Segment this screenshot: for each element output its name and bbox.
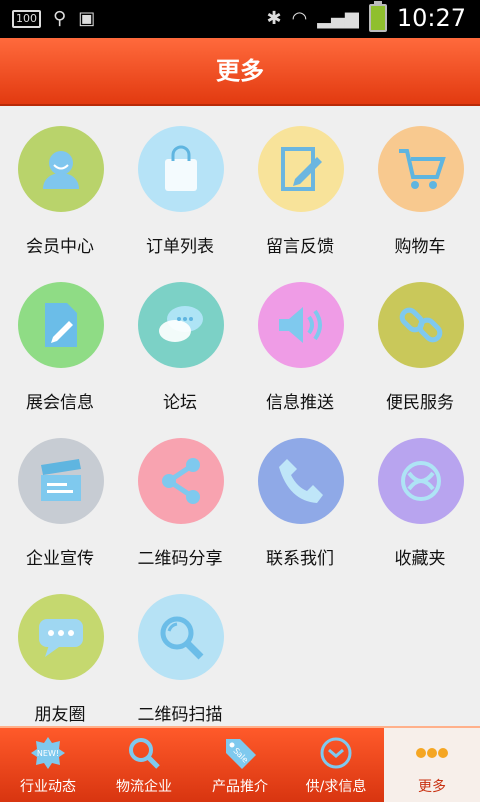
edit-icon (281, 147, 322, 191)
grid-item-services[interactable]: 便民服务 (360, 260, 480, 416)
grid-item-icon-bg (138, 594, 224, 680)
grid-item-push[interactable]: 信息推送 (240, 260, 360, 416)
status-left: 100 ⚲ ▣ (12, 8, 95, 29)
share-icon (162, 458, 200, 504)
tab-label: 供/求信息 (305, 779, 367, 795)
grid-item-icon-bg (18, 282, 104, 368)
clock-icon (316, 734, 356, 772)
grid-item-label: 会员中心 (26, 237, 94, 257)
grid-item-icon-bg (258, 282, 344, 368)
grid-item-forum[interactable]: 论坛 (120, 260, 240, 416)
grid-item-label: 订单列表 (146, 237, 214, 257)
bottom-tab-bar: NEW! 行业动态 物流企业 Sale 产品推介 供/求信息 更多 (0, 726, 480, 802)
tab-products[interactable]: Sale 产品推介 (192, 728, 288, 802)
grid-item-icon-bg (138, 438, 224, 524)
grid-item-label: 联系我们 (266, 549, 334, 569)
new-badge-icon: NEW! (28, 734, 68, 772)
grid-item-icon-bg (18, 438, 104, 524)
bluetooth-icon: ✱ (266, 7, 282, 29)
grid-item-icon-bg (378, 282, 464, 368)
tab-industry-news[interactable]: NEW! 行业动态 (0, 728, 96, 802)
new-badge-text: NEW! (37, 749, 59, 758)
message-icon (39, 619, 83, 657)
grid-item-qr-share[interactable]: 二维码分享 (120, 416, 240, 572)
ribbon-icon (401, 461, 441, 501)
link-icon (399, 307, 443, 343)
grid-item-feedback[interactable]: 留言反馈 (240, 104, 360, 260)
grid-item-label: 二维码分享 (137, 549, 223, 569)
status-time: 10:27 (396, 4, 466, 32)
grid-item-icon-bg (258, 438, 344, 524)
grid-item-icon-bg (18, 594, 104, 680)
grid-item-label: 购物车 (394, 237, 446, 257)
grid-item-label: 二维码扫描 (137, 705, 223, 725)
tab-logistics[interactable]: 物流企业 (96, 728, 192, 802)
battery-icon (368, 1, 387, 32)
tab-supply-demand[interactable]: 供/求信息 (288, 728, 384, 802)
grid-item-icon-bg (378, 126, 464, 212)
battery-percent-badge: 100 (12, 9, 41, 28)
cart-icon (399, 149, 446, 189)
grid-item-label: 论坛 (163, 393, 197, 413)
shopping-bag-icon (165, 145, 197, 191)
grid-item-label: 收藏夹 (394, 549, 446, 569)
tab-label: 产品推介 (212, 779, 268, 795)
grid-item-moments[interactable]: 朋友圈 (0, 572, 120, 728)
tab-label: 物流企业 (116, 779, 172, 795)
grid-item-cart[interactable]: 购物车 (360, 104, 480, 260)
status-right: ✱ ◠ ▂▄▆ 10:27 (266, 1, 466, 32)
grid-item-qr-scan[interactable]: 二维码扫描 (120, 572, 240, 728)
tab-more[interactable]: 更多 (384, 728, 480, 802)
usb-icon: ⚲ (53, 8, 67, 29)
sale-tag-icon: Sale (220, 734, 260, 772)
tab-label: 更多 (418, 779, 446, 795)
grid-item-label: 信息推送 (266, 393, 334, 413)
tab-label: 行业动态 (20, 779, 76, 795)
wifi-icon: ◠ (291, 7, 308, 29)
grid-item-order-list[interactable]: 订单列表 (120, 104, 240, 260)
chat-icon (159, 306, 203, 342)
grid-item-favorites[interactable]: 收藏夹 (360, 416, 480, 572)
more-dots-icon (412, 734, 452, 772)
grid-item-exhibition[interactable]: 展会信息 (0, 260, 120, 416)
title-bar: 更多 (0, 38, 480, 106)
page-title: 更多 (216, 57, 264, 85)
grid-item-icon-bg (258, 126, 344, 212)
grid-item-label: 企业宣传 (26, 549, 94, 569)
grid-item-label: 朋友圈 (34, 705, 86, 725)
status-bar: 100 ⚲ ▣ ✱ ◠ ▂▄▆ 10:27 (0, 0, 480, 38)
grid-item-label: 展会信息 (26, 393, 94, 413)
grid-item-icon-bg (138, 126, 224, 212)
speaker-icon (279, 307, 322, 343)
clapperboard-icon (41, 459, 81, 501)
grid-item-label: 便民服务 (386, 393, 454, 413)
grid-item-icon-bg (378, 438, 464, 524)
user-icon (43, 151, 79, 189)
magnifier-icon (160, 616, 204, 660)
phone-icon (279, 459, 323, 503)
grid-item-member-center[interactable]: 会员中心 (0, 104, 120, 260)
grid-item-label: 留言反馈 (266, 237, 334, 257)
sim-icon: ▣ (78, 8, 96, 29)
grid-item-icon-bg (18, 126, 104, 212)
search-icon (124, 734, 164, 772)
grid-item-contact[interactable]: 联系我们 (240, 416, 360, 572)
grid-item-promotion[interactable]: 企业宣传 (0, 416, 120, 572)
grid-item-icon-bg (138, 282, 224, 368)
document-icon (45, 303, 77, 347)
signal-icon: ▂▄▆ (317, 7, 359, 29)
